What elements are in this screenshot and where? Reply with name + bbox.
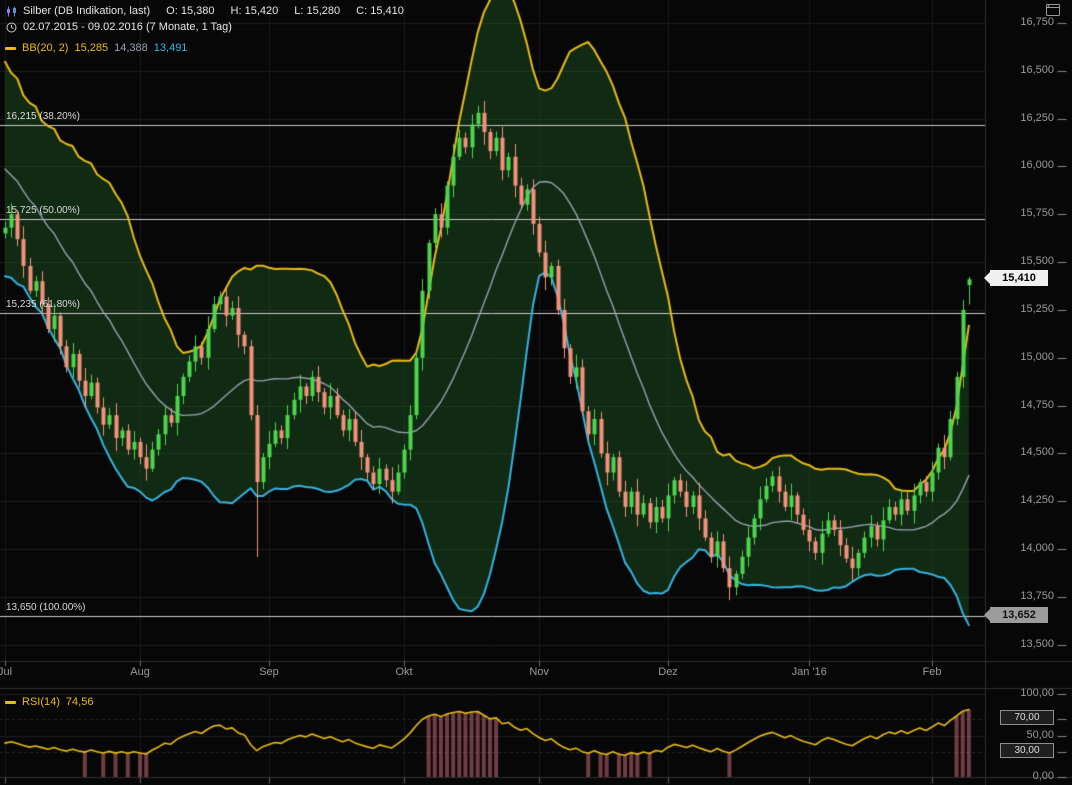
ohlc-low: L: 15,280 bbox=[294, 5, 340, 17]
rsi-value: 74,56 bbox=[66, 696, 94, 708]
ohlc-close-value: 15,410 bbox=[370, 5, 404, 17]
clock-icon bbox=[6, 22, 17, 33]
date-range: 02.07.2015 - 09.02.2016 (7 Monate, 1 Tag… bbox=[23, 21, 232, 33]
fib-level-tag: 13,652 bbox=[990, 607, 1048, 623]
rsi-tick-label: 100,00 bbox=[988, 687, 1054, 699]
rsi-tick-label: 30,00 bbox=[1000, 743, 1054, 758]
chart-header[interactable]: Silber (DB Indikation, last) O: 15,380 H… bbox=[6, 5, 404, 17]
ohlc-open-label: O: bbox=[166, 5, 178, 17]
bb-name: BB(20, 2) bbox=[22, 42, 68, 54]
ohlc-low-label: L: bbox=[294, 5, 303, 17]
ohlc-open-value: 15,380 bbox=[181, 5, 215, 17]
rsi-legend[interactable]: RSI(14) 74,56 bbox=[5, 696, 93, 708]
ohlc-open: O: 15,380 bbox=[166, 5, 214, 17]
chart-title: Silber (DB Indikation, last) bbox=[23, 5, 150, 17]
instrument-icon bbox=[6, 6, 17, 17]
date-range-row: 02.07.2015 - 09.02.2016 (7 Monate, 1 Tag… bbox=[6, 21, 232, 33]
ohlc-low-value: 15,280 bbox=[306, 5, 340, 17]
rsi-tick-label: 50,00 bbox=[988, 729, 1054, 741]
rsi-legend-icon bbox=[5, 701, 16, 704]
bb-legend[interactable]: BB(20, 2) 15,285 14,388 13,491 bbox=[5, 42, 187, 54]
price-chart-canvas[interactable] bbox=[0, 0, 1072, 785]
bb-legend-icon bbox=[5, 47, 16, 50]
ohlc-close-label: C: bbox=[356, 5, 367, 17]
last-price-tag: 15,410 bbox=[990, 270, 1048, 286]
rsi-tick-label: 0,00 bbox=[988, 770, 1054, 782]
ohlc-high-label: H: bbox=[231, 5, 242, 17]
bb-lower-value: 13,491 bbox=[154, 42, 188, 54]
ohlc-close: C: 15,410 bbox=[356, 5, 404, 17]
ohlc-high: H: 15,420 bbox=[231, 5, 279, 17]
rsi-tick-label: 70,00 bbox=[1000, 710, 1054, 725]
rsi-axis[interactable]: 100,00 70,00 50,00 30,00 0,00 bbox=[988, 0, 1072, 785]
bb-middle-value: 14,388 bbox=[114, 42, 148, 54]
rsi-name: RSI(14) bbox=[22, 696, 60, 708]
chart-window: Silber (DB Indikation, last) O: 15,380 H… bbox=[0, 0, 1072, 785]
bb-upper-value: 15,285 bbox=[74, 42, 108, 54]
panel-menu-icon[interactable] bbox=[1046, 4, 1060, 16]
ohlc-high-value: 15,420 bbox=[245, 5, 279, 17]
